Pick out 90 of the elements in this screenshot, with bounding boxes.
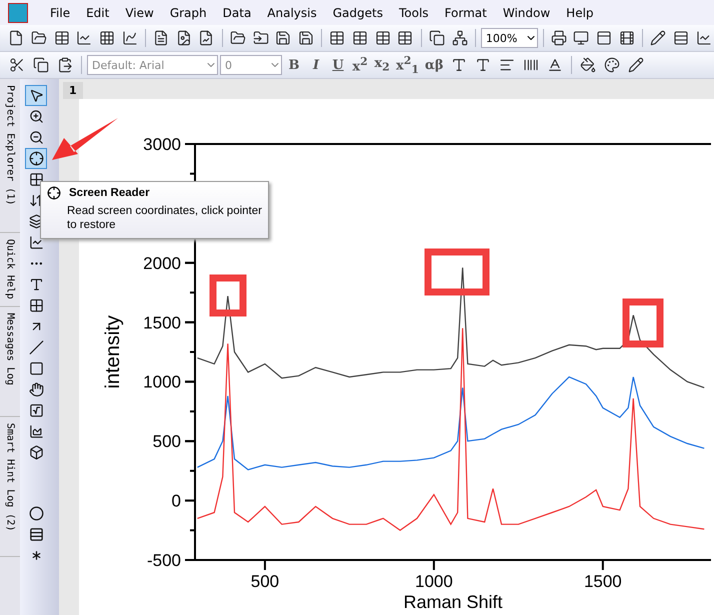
- tooltip-text: Read screen coordinates, click pointer to restore: [66, 204, 262, 232]
- menu-item[interactable]: Gadgets: [324, 6, 391, 20]
- palette-icon: [604, 57, 620, 73]
- format-button[interactable]: U: [328, 54, 348, 76]
- tick-label: 500: [152, 432, 181, 452]
- menu-item[interactable]: File: [42, 6, 78, 20]
- scissors-icon: [9, 57, 25, 73]
- tick-label: 0: [172, 492, 181, 511]
- rows-icon: [672, 30, 689, 46]
- zoom-out-icon: [28, 130, 44, 145]
- tick-label: 1500: [143, 313, 181, 332]
- menu-item[interactable]: Window: [494, 6, 558, 20]
- circle-icon: [28, 506, 44, 521]
- film-icon: [618, 30, 635, 46]
- rectangle-icon: [28, 361, 44, 376]
- font-grow-icon: [450, 57, 466, 73]
- copy-icon: [428, 30, 445, 46]
- paste-icon: [57, 57, 73, 73]
- document-icon: [153, 30, 170, 46]
- menu-item[interactable]: Tools: [390, 6, 437, 20]
- tick-label: 2000: [143, 254, 181, 273]
- window-icon: [596, 30, 612, 46]
- copy-icon: [33, 57, 49, 73]
- grid-icon: [98, 30, 115, 46]
- cube-icon: [28, 445, 44, 460]
- tick-label: 500: [250, 572, 280, 591]
- tick-label: 1500: [584, 572, 622, 591]
- hierarchy-icon: [452, 30, 468, 46]
- grid-icon: [28, 172, 44, 187]
- crosshair-icon: [47, 186, 61, 200]
- tick-label: 1000: [143, 372, 181, 392]
- axis-title: Raman Shift: [403, 592, 503, 612]
- tool-button[interactable]: [25, 85, 47, 106]
- grid-add-icon: [28, 298, 44, 313]
- font-shrink-icon: [474, 57, 490, 73]
- format-button[interactable]: I: [306, 54, 326, 76]
- menu-item[interactable]: Data: [214, 6, 260, 20]
- font-dropdown[interactable]: Default: Arial: [87, 55, 218, 75]
- bars-icon: [522, 57, 538, 73]
- open-icon: [230, 30, 246, 46]
- page-tab[interactable]: 1: [63, 82, 83, 99]
- tick-label: 1000: [415, 572, 453, 591]
- app-icon: [8, 2, 28, 22]
- hand-icon: [28, 382, 44, 397]
- monitor-icon: [573, 30, 590, 46]
- new-page-icon: [8, 30, 24, 46]
- notes-icon: [650, 30, 666, 46]
- text-icon: [28, 277, 44, 292]
- image-icon: [176, 30, 192, 46]
- menu-item[interactable]: Graph: [162, 6, 215, 20]
- tick-label: -500: [146, 551, 181, 570]
- menu-item[interactable]: Format: [436, 6, 495, 20]
- line-draw-icon: [28, 235, 44, 250]
- highlight-frame: [210, 274, 246, 316]
- menu-item[interactable]: Analysis: [259, 6, 325, 20]
- pen-icon: [628, 57, 644, 73]
- table-icon: [54, 30, 70, 46]
- crosshair-icon: [28, 151, 44, 166]
- folder-icon: [30, 30, 47, 46]
- graph-icon: [28, 424, 44, 439]
- format-button[interactable]: x$^{2}$: [350, 54, 370, 76]
- chart-window-icon: [696, 30, 712, 46]
- format-button[interactable]: x$_{2}$: [372, 54, 392, 76]
- highlight-frame: [622, 298, 664, 348]
- line-icon: [28, 340, 44, 355]
- size-dropdown[interactable]: 0: [220, 55, 282, 75]
- chart-icon: [76, 30, 92, 46]
- tooltip-title: Screen Reader: [69, 187, 150, 199]
- tick-label: 3000: [143, 135, 181, 154]
- curve-icon: [122, 30, 138, 46]
- fill-icon: [580, 57, 596, 73]
- format-button[interactable]: B: [284, 54, 304, 76]
- format-button[interactable]: αβ: [422, 54, 446, 76]
- printer-icon: [550, 30, 567, 46]
- folder-import-icon: [252, 30, 269, 46]
- chart-file-icon: [198, 30, 214, 46]
- highlight-frame: [424, 248, 490, 296]
- menu-item[interactable]: Edit: [78, 6, 118, 20]
- zoom-dropdown[interactable]: 100%: [480, 28, 538, 48]
- rows-icon: [28, 527, 44, 542]
- formula-icon: [28, 403, 44, 418]
- menu-item[interactable]: View: [117, 6, 162, 20]
- menu-item[interactable]: Help: [558, 6, 602, 20]
- axis-title: intensity: [102, 315, 124, 389]
- tool-button[interactable]: [25, 148, 47, 169]
- save-icon: [275, 30, 292, 46]
- align-icon: [498, 57, 514, 73]
- zoom-in-icon: [28, 109, 44, 124]
- font-color-icon: [546, 57, 562, 73]
- pointer-icon: [28, 88, 44, 103]
